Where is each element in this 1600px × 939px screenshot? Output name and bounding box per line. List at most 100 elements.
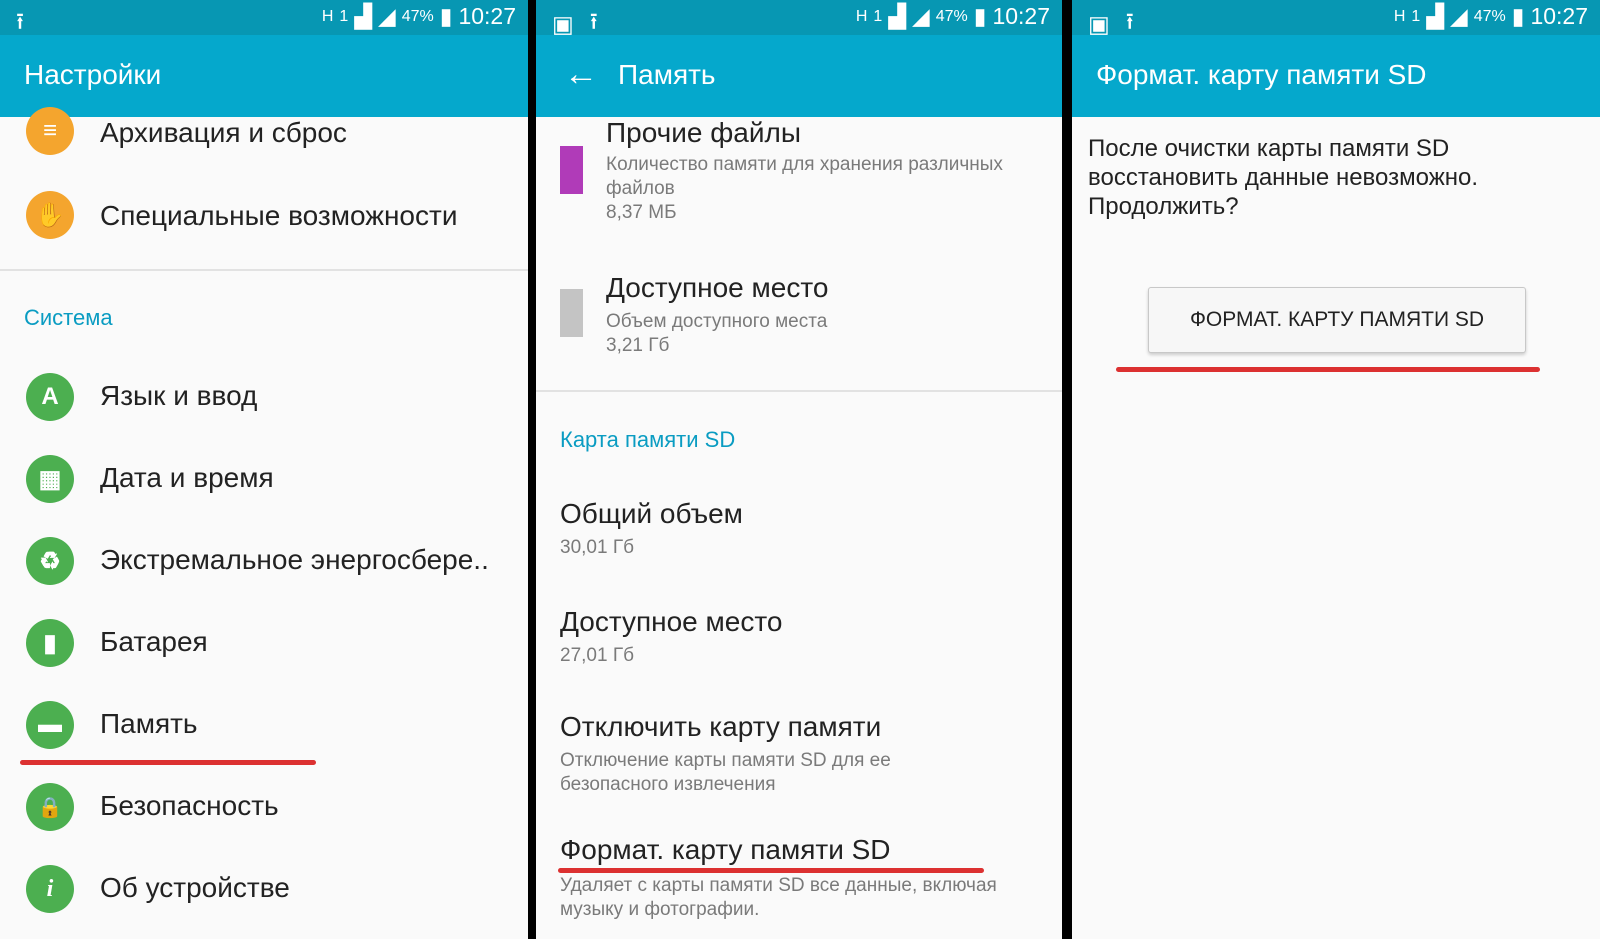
item-desc: Удаляет с карты памяти SD все данные, вк… <box>560 875 997 896</box>
message-line: восстановить данные невозможно. <box>1088 164 1479 191</box>
battery-percent: 47% <box>401 7 434 25</box>
storage-item-title: Прочие файлы <box>606 117 801 148</box>
lock-icon: 🔒 <box>26 783 74 831</box>
app-bar: Настройки <box>0 35 528 117</box>
battery-icon: ▮ <box>1511 3 1525 29</box>
divider <box>0 269 528 271</box>
format-sd-button[interactable]: ФОРМАТ. КАРТУ ПАМЯТИ SD <box>1148 287 1526 353</box>
info-icon: i <box>26 865 74 913</box>
status-bar: ▣ ⭱ H 1 ▟ ◢ 47% ▮ 10:27 <box>1072 0 1600 37</box>
page-title: Память <box>618 59 716 90</box>
settings-item-label: Батарея <box>100 626 208 657</box>
battery-percent: 47% <box>935 7 968 25</box>
item-desc: безопасного извлечения <box>560 774 776 795</box>
highlight-underline <box>20 760 316 765</box>
signal-icon: ◢ <box>912 3 930 29</box>
settings-item-security[interactable]: 🔒 Безопасность <box>0 777 528 837</box>
battery-percent: 47% <box>1473 7 1506 25</box>
backup-icon: ≡ <box>26 107 74 155</box>
signal-icon: ▟ <box>354 3 373 29</box>
message-line: Продолжить? <box>1088 193 1239 220</box>
memory-card-icon: ▬ <box>26 701 74 749</box>
storage-item-desc: файлов <box>606 178 675 199</box>
item-value: 30,01 Гб <box>560 537 634 558</box>
storage-item-title: Доступное место <box>606 272 829 303</box>
settings-item-label: Безопасность <box>100 790 279 821</box>
section-header: Система <box>24 305 113 330</box>
sd-available-item: Доступное место 27,01 Гб <box>536 606 1062 676</box>
clock: 10:27 <box>1530 3 1588 29</box>
color-swatch <box>560 146 583 194</box>
battery-icon: ▮ <box>973 3 987 29</box>
storage-item-desc: Количество памяти для хранения различных <box>606 154 1003 175</box>
settings-item-label: Архивация и сброс <box>100 117 347 148</box>
storage-item-size: 8,37 МБ <box>606 202 677 223</box>
item-title: Отключить карту памяти <box>560 711 882 742</box>
storage-item-other-files[interactable]: Прочие файлы Количество памяти для хране… <box>536 117 1062 227</box>
network-type: H <box>1393 7 1406 25</box>
sim-indicator: 1 <box>339 7 349 25</box>
settings-item-date-time[interactable]: ▦ Дата и время <box>0 449 528 509</box>
section-header: Карта памяти SD <box>560 427 736 452</box>
settings-screen: ⭱ H 1 ▟ ◢ 47% ▮ 10:27 Настройки ≡ Архива… <box>0 0 528 939</box>
item-value: 27,01 Гб <box>560 645 634 666</box>
clock: 10:27 <box>992 3 1050 29</box>
storage-item-desc: Объем доступного места <box>606 311 828 332</box>
memory-screen: ▣ ⭱ H 1 ▟ ◢ 47% ▮ 10:27 ← Память Прочие … <box>536 0 1062 939</box>
settings-item-backup[interactable]: ≡ Архивация и сброс <box>0 107 528 167</box>
power-saving-icon: ♻ <box>26 537 74 585</box>
sim-indicator: 1 <box>1411 7 1421 25</box>
signal-icon: ▟ <box>888 3 907 29</box>
settings-item-about[interactable]: i Об устройстве <box>0 859 528 919</box>
settings-item-label: Экстремальное энергосбере.. <box>100 544 489 575</box>
network-type: H <box>855 7 868 25</box>
settings-item-label: Язык и ввод <box>100 380 258 411</box>
image-icon: ▣ <box>1088 11 1110 37</box>
highlight-underline <box>1116 367 1540 372</box>
divider <box>536 390 1062 392</box>
settings-item-label: Специальные возможности <box>100 200 458 231</box>
network-type: H <box>321 7 334 25</box>
unmount-sd-item[interactable]: Отключить карту памяти Отключение карты … <box>536 711 1062 801</box>
page-title: Настройки <box>24 59 162 90</box>
status-bar: ⭱ H 1 ▟ ◢ 47% ▮ 10:27 <box>0 0 528 35</box>
storage-item-size: 3,21 Гб <box>606 335 670 356</box>
settings-item-label: Об устройстве <box>100 872 290 903</box>
calendar-icon: ▦ <box>26 455 74 503</box>
item-title: Общий объем <box>560 498 743 529</box>
item-title: Доступное место <box>560 606 783 637</box>
settings-item-language[interactable]: A Язык и ввод <box>0 367 528 427</box>
format-sd-item[interactable]: Формат. карту памяти SD Удаляет с карты … <box>536 834 1062 934</box>
image-icon: ▣ <box>552 11 574 37</box>
app-bar: Формат. карту памяти SD <box>1072 35 1600 117</box>
settings-item-accessibility[interactable]: ✋ Специальные возможности <box>0 185 528 245</box>
hand-icon: ✋ <box>26 191 74 239</box>
battery-icon: ▮ <box>439 3 453 29</box>
app-bar: ← Память <box>536 35 1062 117</box>
settings-item-memory[interactable]: ▬ Память <box>0 695 528 755</box>
warning-message: После очистки карты памяти SD восстанови… <box>1088 134 1578 221</box>
settings-item-label: Память <box>100 708 198 739</box>
signal-icon: ◢ <box>1450 3 1468 29</box>
message-line: После очистки карты памяти SD <box>1088 135 1450 162</box>
settings-item-label: Дата и время <box>100 462 274 493</box>
format-sd-screen: ▣ ⭱ H 1 ▟ ◢ 47% ▮ 10:27 Формат. карту па… <box>1072 0 1600 939</box>
item-desc: Отключение карты памяти SD для ее <box>560 750 891 771</box>
highlight-underline <box>558 868 984 873</box>
sd-total-item: Общий объем 30,01 Гб <box>536 498 1062 568</box>
storage-item-free-space[interactable]: Доступное место Объем доступного места 3… <box>536 272 1062 362</box>
signal-icon: ▟ <box>1426 3 1445 29</box>
signal-icon: ◢ <box>378 3 396 29</box>
clock: 10:27 <box>458 3 516 29</box>
sim-indicator: 1 <box>873 7 883 25</box>
color-swatch <box>560 289 583 337</box>
back-arrow-icon[interactable]: ← <box>564 55 598 94</box>
settings-item-power-saving[interactable]: ♻ Экстремальное энергосбере.. <box>0 531 528 591</box>
settings-item-battery[interactable]: ▮ Батарея <box>0 613 528 673</box>
item-title: Формат. карту памяти SD <box>560 834 891 865</box>
status-bar: ▣ ⭱ H 1 ▟ ◢ 47% ▮ 10:27 <box>536 0 1062 37</box>
language-icon: A <box>26 373 74 421</box>
page-title: Формат. карту памяти SD <box>1096 59 1427 90</box>
item-desc: музыку и фотографии. <box>560 899 760 920</box>
battery-icon: ▮ <box>26 619 74 667</box>
